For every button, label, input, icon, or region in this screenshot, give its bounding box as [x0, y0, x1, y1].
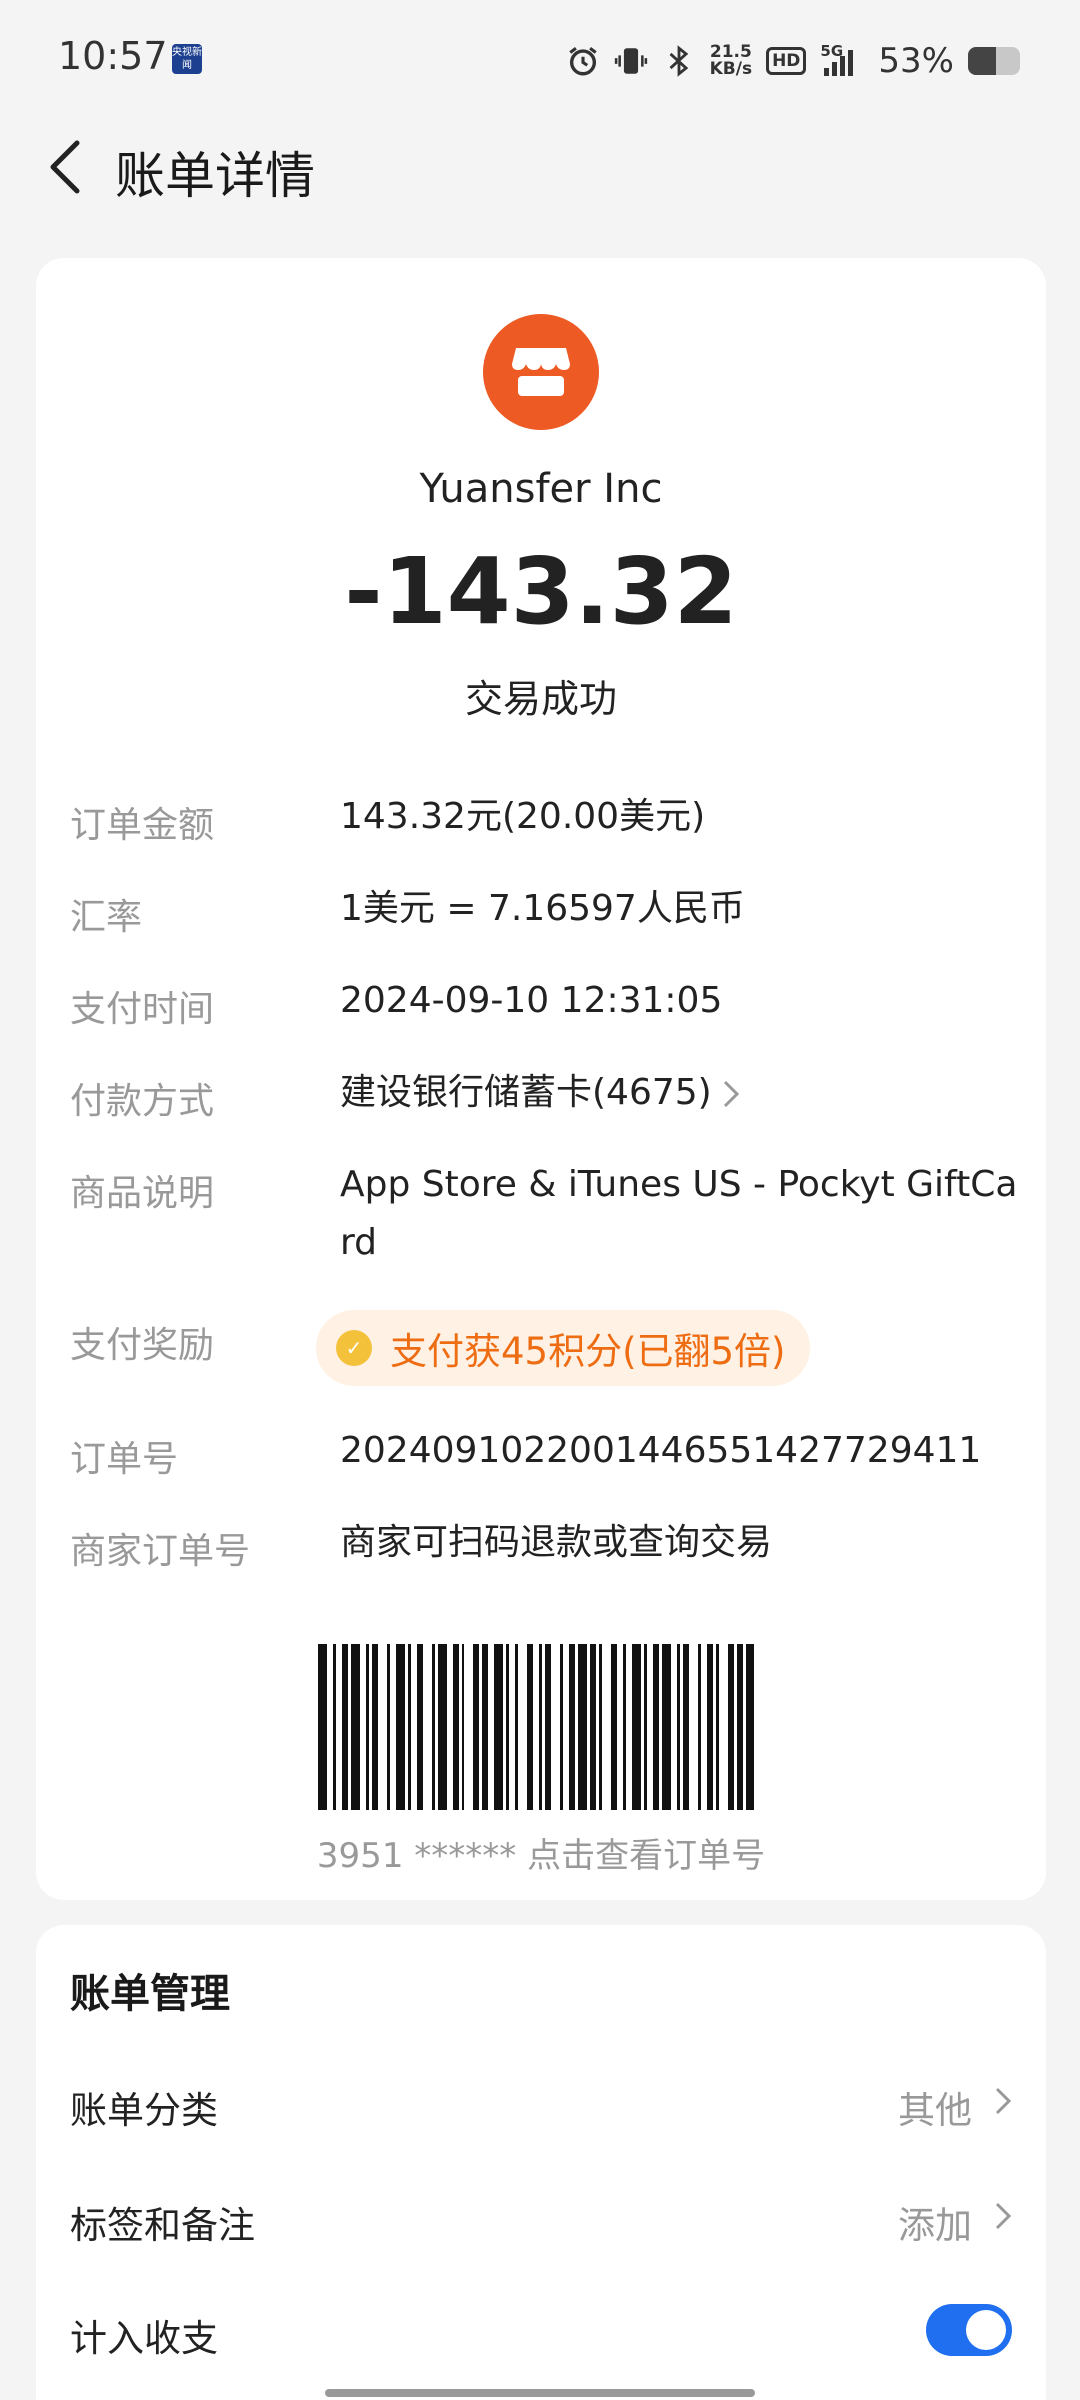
back-arrow-icon: [50, 140, 80, 194]
order-barcode[interactable]: [318, 1644, 764, 1810]
row-label: 付款方式: [70, 1081, 215, 1122]
row-label: 账单分类: [70, 2089, 218, 2132]
home-indicator[interactable]: [325, 2389, 755, 2397]
transaction-status: 交易成功: [464, 677, 617, 721]
barcode-gap: [422, 1644, 432, 1810]
row-value: 添加: [898, 2204, 972, 2247]
row-value: App Store & iTunes US - Pockyt GiftCard: [340, 1164, 1018, 1263]
tags-notes-row[interactable]: 标签和备注 添加: [70, 2185, 1012, 2255]
chevron-right-icon: [995, 2202, 1012, 2230]
battery-icon: [968, 47, 1020, 75]
barcode-bar: [395, 1644, 405, 1810]
vibrate-icon: [614, 48, 647, 74]
row-label: 计入收支: [70, 2317, 218, 2360]
hd-badge: HD: [766, 47, 807, 75]
barcode-gap: [754, 1644, 764, 1810]
barcode-bar: [661, 1644, 671, 1810]
bill-detail-card: Yuansfer Inc -143.32 交易成功 订单金额 143.32元(2…: [36, 258, 1046, 1900]
page-title: 账单详情: [115, 147, 315, 205]
row-label: 订单金额: [70, 805, 215, 846]
merchant-logo: [483, 314, 599, 430]
reward-badge[interactable]: ✓ 支付获45积分(已翻5倍): [316, 1310, 810, 1386]
barcode-gap: [602, 1644, 611, 1810]
row-label: 商家订单号: [70, 1531, 251, 1572]
barcode-gap: [718, 1644, 728, 1810]
battery-level: [968, 47, 996, 75]
signal-indicator: 5G: [820, 42, 864, 78]
barcode-bar: [578, 1644, 588, 1810]
battery-percent: 53%: [878, 41, 954, 81]
chevron-right-icon: [995, 2087, 1012, 2115]
signal-icon: [824, 50, 854, 76]
count-in-ledger-toggle[interactable]: [926, 2304, 1012, 2356]
row-value: 其他: [898, 2089, 972, 2132]
barcode-gap: [551, 1644, 561, 1810]
barcode-gap: [464, 1644, 474, 1810]
section-title: 账单管理: [70, 1971, 230, 2017]
barcode-gap: [377, 1644, 387, 1810]
status-time: 10:57: [58, 34, 168, 78]
count-in-ledger-row: 计入收支: [70, 2298, 1012, 2368]
barcode-caption[interactable]: 3951 ****** 点击查看订单号: [36, 1828, 1046, 1877]
barcode-bar: [350, 1644, 360, 1810]
row-value: 1美元 = 7.16597人民币: [340, 888, 745, 929]
row-value: 2024091022001446551427729411: [340, 1430, 982, 1471]
status-icons: 21.5 KB/s HD 5G 53%: [566, 36, 1020, 86]
row-value: 商家可扫码退款或查询交易: [340, 1522, 773, 1563]
barcode-bar: [494, 1644, 504, 1810]
status-bar: 10:57 央视新闻 21.5 KB/s HD 5G 53%: [0, 0, 1080, 120]
barcode-gap: [688, 1644, 698, 1810]
alarm-icon: [568, 47, 597, 76]
barcode-bar: [437, 1644, 447, 1810]
barcode-bar: [745, 1644, 755, 1810]
bill-category-row[interactable]: 账单分类 其他: [70, 2070, 1012, 2140]
row-label: 标签和备注: [70, 2204, 255, 2247]
row-label: 支付奖励: [70, 1325, 215, 1366]
news-app-badge: 央视新闻: [172, 44, 202, 74]
row-label: 汇率: [70, 897, 143, 938]
store-icon: [512, 348, 570, 396]
merchant-name: Yuansfer Inc: [419, 466, 663, 512]
transaction-amount: -143.32: [344, 538, 738, 645]
row-value: 2024-09-10 12:31:05: [340, 980, 723, 1021]
barcode-bar: [318, 1644, 327, 1810]
row-value[interactable]: 建设银行储蓄卡(4675): [340, 1072, 1030, 1114]
row-label: 支付时间: [70, 989, 215, 1030]
row-label: 商品说明: [70, 1173, 215, 1214]
chevron-right-icon: [723, 1080, 739, 1108]
points-coin-icon: ✓: [336, 1330, 372, 1366]
row-label: 订单号: [70, 1439, 179, 1480]
bluetooth-icon: [669, 45, 688, 77]
top-app-bar: 账单详情: [0, 120, 1080, 220]
barcode-gap: [518, 1644, 528, 1810]
network-speed: 21.5 KB/s: [709, 42, 753, 79]
row-value: 143.32元(20.00美元): [340, 796, 706, 837]
pay-method-text: 建设银行储蓄卡(4675): [340, 1072, 712, 1113]
reward-text: 支付获45积分(已翻5倍): [390, 1330, 786, 1373]
back-button[interactable]: [30, 132, 100, 202]
barcode-bar: [631, 1644, 641, 1810]
toggle-knob: [966, 2310, 1006, 2350]
bill-management-card: 账单管理 账单分类 其他 标签和备注 添加 计入收支: [36, 1925, 1046, 2400]
